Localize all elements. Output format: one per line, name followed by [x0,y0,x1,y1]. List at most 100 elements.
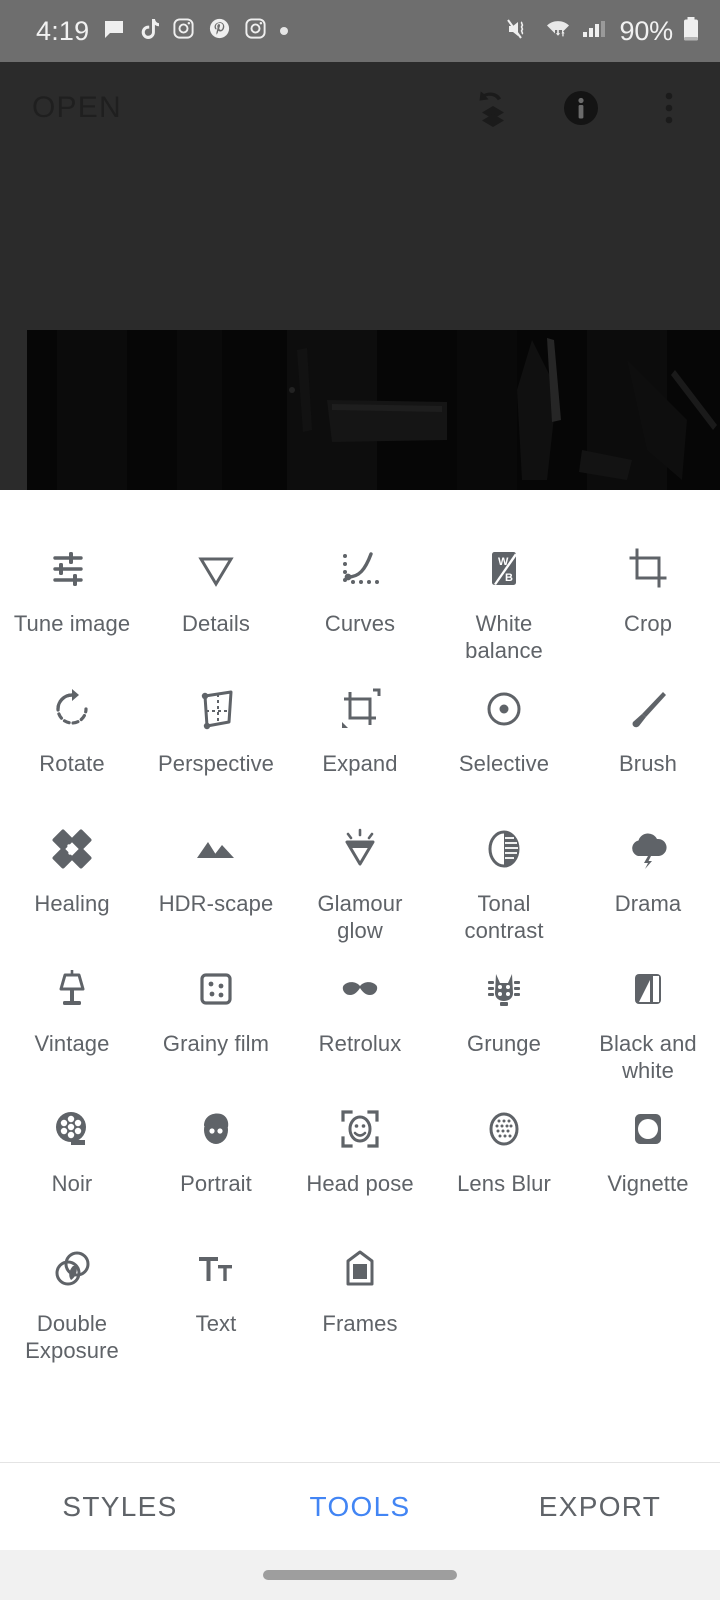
tool-brush[interactable]: Brush [576,666,720,806]
tool-label: Lens Blur [457,1171,551,1196]
tiktok-icon [139,17,160,46]
tool-grunge[interactable]: Grunge [432,946,576,1086]
tool-vintage[interactable]: Vintage [0,946,144,1086]
tool-frames[interactable]: Frames [288,1226,432,1366]
battery-percent-label: 90% [619,15,674,46]
tool-rotate[interactable]: Rotate [0,666,144,806]
tool-retrolux[interactable]: Retrolux [288,946,432,1086]
tool-label: Double Exposure [25,1311,119,1363]
details-triangle-icon [185,538,247,600]
tool-label: Noir [51,1171,93,1196]
tab-export[interactable]: EXPORT [480,1491,720,1523]
tool-label: Details [182,611,250,636]
head-pose-icon [329,1098,391,1160]
tool-label: Black and white [599,1031,697,1083]
message-icon [102,17,126,46]
tools-panel: Tune image Details Curves W B White bala… [0,490,720,1460]
tool-lens-blur[interactable]: Lens Blur [432,1086,576,1226]
tools-grid: Tune image Details Curves W B White bala… [0,526,720,1366]
tool-details[interactable]: Details [144,526,288,666]
battery-icon [682,16,700,47]
tool-drama[interactable]: Drama [576,806,720,946]
vignette-icon [617,1098,679,1160]
retrolux-moustache-icon [329,958,391,1020]
instagram-icon [172,17,195,45]
editor-app-bar: OPEN [0,62,720,154]
crop-icon [617,538,679,600]
photo-editor-canvas-area: OPEN [0,62,720,490]
dot-icon [280,27,289,35]
tool-label: Grunge [467,1031,541,1056]
tool-grainy-film[interactable]: Grainy film [144,946,288,1086]
tool-noir[interactable]: Noir [0,1086,144,1226]
healing-icon [41,818,103,880]
tool-label: Vintage [34,1031,110,1056]
tool-portrait[interactable]: Portrait [144,1086,288,1226]
tool-label: Curves [324,611,396,636]
lens-blur-icon [473,1098,535,1160]
tool-white-balance[interactable]: W B White balance [432,526,576,666]
app-bar-actions [464,79,698,137]
tool-label: Retrolux [318,1031,402,1056]
tool-label: Expand [322,751,398,776]
tool-head-pose[interactable]: Head pose [288,1086,432,1226]
vintage-lamp-icon [41,958,103,1020]
tool-label: Portrait [180,1171,252,1196]
tool-label: Grainy film [162,1031,270,1056]
svg-text:W: W [498,556,509,568]
tool-label: Crop [623,611,673,636]
tool-label: Text [195,1311,237,1336]
tool-vignette[interactable]: Vignette [576,1086,720,1226]
curves-icon [329,538,391,600]
instagram-icon [244,17,267,45]
photo-preview[interactable] [27,330,720,490]
status-bar-right-group: 90% [506,15,700,47]
tool-curves[interactable]: Curves [288,526,432,666]
hdr-scape-mountains-icon [185,818,247,880]
expand-icon [329,678,391,740]
tool-black-and-white[interactable]: Black and white [576,946,720,1086]
frames-icon [329,1238,391,1300]
status-bar-clock: 4:19 [36,15,90,46]
tool-label: Perspective [157,751,275,776]
tool-tonal-contrast[interactable]: Tonal contrast [432,806,576,946]
wifi-icon [544,17,572,46]
open-button[interactable]: OPEN [32,91,464,125]
info-icon[interactable] [552,79,610,137]
tool-perspective[interactable]: Perspective [144,666,288,806]
tool-healing[interactable]: Healing [0,806,144,946]
grunge-guitar-headstock-icon [473,958,535,1020]
tool-selective[interactable]: Selective [432,666,576,806]
tool-label: Tonal contrast [464,891,544,943]
tool-tune-image[interactable]: Tune image [0,526,144,666]
tool-label: Glamour glow [317,891,403,943]
noir-film-reel-icon [41,1098,103,1160]
tool-label: Tune image [13,611,131,636]
tool-label: Rotate [39,751,105,776]
tool-double-exposure[interactable]: Double Exposure [0,1226,144,1366]
tool-hdr-scape[interactable]: HDR-scape [144,806,288,946]
tool-label: Healing [34,891,110,916]
home-gesture-pill[interactable] [263,1570,457,1580]
cell-signal-icon [581,17,607,46]
tool-glamour-glow[interactable]: Glamour glow [288,806,432,946]
tool-text[interactable]: Text [144,1226,288,1366]
tool-label: Drama [614,891,682,916]
tab-tools[interactable]: TOOLS [240,1491,480,1523]
tune-sliders-icon [41,538,103,600]
tab-styles[interactable]: STYLES [0,1491,240,1523]
system-navigation-bar [0,1550,720,1600]
tool-crop[interactable]: Crop [576,526,720,666]
overflow-menu-icon[interactable] [640,79,698,137]
portrait-face-icon [185,1098,247,1160]
glamour-glow-gem-icon [329,818,391,880]
drama-cloud-icon [617,818,679,880]
tonal-contrast-icon [473,818,535,880]
svg-text:B: B [505,572,513,584]
volume-mute-vibrate-icon [506,17,535,46]
tool-expand[interactable]: Expand [288,666,432,806]
undo-stack-icon[interactable] [464,79,522,137]
brush-icon [617,678,679,740]
perspective-icon [185,678,247,740]
black-and-white-icon [617,958,679,1020]
